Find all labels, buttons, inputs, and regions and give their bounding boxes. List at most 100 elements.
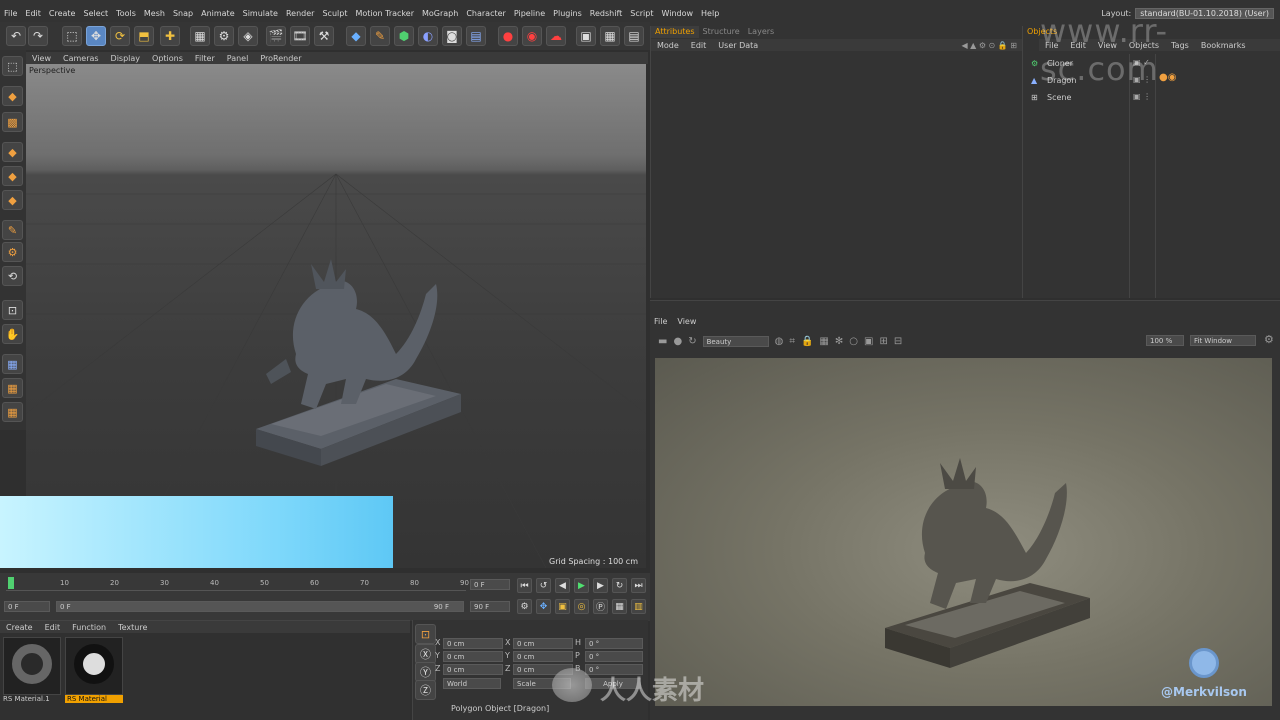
- cube-icon[interactable]: ◆: [346, 26, 366, 46]
- subdivision-icon[interactable]: ⬢: [394, 26, 414, 46]
- snap-icon[interactable]: ✋: [2, 324, 23, 344]
- select-icon[interactable]: ⬚: [62, 26, 82, 46]
- material-menu-texture[interactable]: Texture: [112, 623, 153, 632]
- coord-rot-y[interactable]: 0 °: [585, 651, 643, 662]
- menu-item-tools[interactable]: Tools: [112, 9, 140, 18]
- scale-tool-icon[interactable]: ⬒: [134, 26, 154, 46]
- menu-item-render[interactable]: Render: [282, 9, 318, 18]
- snapshot-add-icon[interactable]: ⊞: [879, 336, 887, 347]
- polygons-icon[interactable]: ◆: [2, 190, 23, 210]
- menu-item-script[interactable]: Script: [626, 9, 657, 18]
- rs-render-view-icon[interactable]: ▣: [576, 26, 596, 46]
- circle-icon[interactable]: ○: [849, 336, 858, 347]
- step-back-icon[interactable]: ◀: [555, 578, 570, 593]
- render-file-menu[interactable]: File: [654, 317, 667, 326]
- model-cube-icon[interactable]: ◆: [2, 86, 23, 106]
- viewport-menu-options[interactable]: Options: [146, 54, 189, 63]
- z-axis-icon[interactable]: Ⓩ: [415, 680, 436, 700]
- dragon-model[interactable]: [246, 244, 476, 474]
- timeline-ruler[interactable]: 0102030405060708090: [6, 577, 469, 591]
- object-scene[interactable]: ⊞ Scene: [1031, 90, 1071, 104]
- rs-ipr-icon[interactable]: ▦: [600, 26, 620, 46]
- deformer-icon[interactable]: ◐: [418, 26, 438, 46]
- rotate-tool-icon[interactable]: ⟳: [110, 26, 130, 46]
- settings-gear-icon[interactable]: ⚙: [214, 26, 234, 46]
- y-axis-icon[interactable]: Ⓨ: [415, 662, 436, 682]
- lock-icon[interactable]: 🔒: [801, 336, 813, 347]
- menu-item-file[interactable]: File: [0, 9, 21, 18]
- redo-icon[interactable]: ↷: [28, 26, 48, 46]
- locked-workplane-icon[interactable]: ▦: [2, 354, 23, 374]
- move-tool-icon[interactable]: ✥: [86, 26, 106, 46]
- key-scale-icon[interactable]: ▣: [555, 599, 570, 614]
- current-frame-field[interactable]: 0 F: [470, 579, 510, 590]
- attribute-nav-icons[interactable]: ◀ ▲ ⚙ ⊙ 🔒 ⊞: [955, 41, 1023, 50]
- material-swatch-selected[interactable]: [65, 637, 123, 695]
- add-tool-icon[interactable]: ✚: [160, 26, 180, 46]
- loop-icon[interactable]: ↺: [536, 578, 551, 593]
- menu-item-create[interactable]: Create: [45, 9, 80, 18]
- edges-icon[interactable]: ◆: [2, 166, 23, 186]
- rs-document-icon[interactable]: ▤: [624, 26, 644, 46]
- snowflake-icon[interactable]: ✻: [835, 336, 843, 347]
- start-frame-field[interactable]: 0 F: [4, 601, 50, 612]
- menu-item-window[interactable]: Window: [657, 9, 697, 18]
- undo-icon[interactable]: ↶: [6, 26, 26, 46]
- aov-icon[interactable]: ◍: [775, 336, 784, 347]
- viewport-menu-view[interactable]: View: [26, 54, 57, 63]
- workplane-icon[interactable]: ⊡: [2, 300, 23, 320]
- user-data-menu[interactable]: User Data: [712, 41, 764, 50]
- go-to-start-icon[interactable]: ⏮: [517, 578, 532, 593]
- snapshot-icon[interactable]: ▣: [864, 336, 873, 347]
- perspective-viewport[interactable]: Perspective Grid Spacing : 100 cm: [26, 64, 646, 568]
- end-frame-field[interactable]: 90 F: [470, 601, 510, 612]
- material-swatch[interactable]: [3, 637, 61, 695]
- render-picture-icon[interactable]: 🎞: [290, 26, 310, 46]
- key-timeline-icon[interactable]: ▥: [631, 599, 646, 614]
- coord-size-x[interactable]: 0 cm: [513, 638, 573, 649]
- record-loop-icon[interactable]: ↻: [612, 578, 627, 593]
- coord-rot-x[interactable]: 0 °: [585, 638, 643, 649]
- render-view-icon[interactable]: 🎬: [266, 26, 286, 46]
- viewport-menu-display[interactable]: Display: [105, 54, 147, 63]
- coord-pos-x[interactable]: 0 cm: [443, 638, 503, 649]
- sculpt-icon[interactable]: ⟲: [2, 266, 23, 286]
- texture-icon[interactable]: ▩: [2, 112, 23, 132]
- menu-item-select[interactable]: Select: [79, 9, 112, 18]
- key-rotate-icon[interactable]: ◎: [574, 599, 589, 614]
- mode-menu[interactable]: Mode: [651, 41, 685, 50]
- tab-attributes[interactable]: Attributes: [651, 26, 699, 38]
- play-icon[interactable]: ▶: [574, 578, 589, 593]
- visibility-icon[interactable]: ▣ ⋮: [1133, 92, 1151, 101]
- x-axis-icon[interactable]: Ⓧ: [415, 644, 436, 664]
- material-menu-create[interactable]: Create: [0, 623, 39, 632]
- frame-range-slider[interactable]: 0 F 90 F: [56, 601, 464, 612]
- material-menu-edit[interactable]: Edit: [39, 623, 67, 632]
- go-to-end-icon[interactable]: ⏭: [631, 578, 646, 593]
- menu-item-redshift[interactable]: Redshift: [586, 9, 626, 18]
- menu-item-motion-tracker[interactable]: Motion Tracker: [351, 9, 418, 18]
- object-mode-icon[interactable]: ◈: [238, 26, 258, 46]
- key-pla-icon[interactable]: ▦: [612, 599, 627, 614]
- model-mode-icon[interactable]: ▦: [190, 26, 210, 46]
- redshift-camera-icon[interactable]: ◉: [522, 26, 542, 46]
- menu-item-mesh[interactable]: Mesh: [140, 9, 169, 18]
- enable-axis-icon[interactable]: ✎: [2, 220, 23, 240]
- viewport-menu-filter[interactable]: Filter: [189, 54, 221, 63]
- redshift-light-icon[interactable]: ●: [498, 26, 518, 46]
- viewport-menu-cameras[interactable]: Cameras: [57, 54, 105, 63]
- render-settings-gear-icon[interactable]: ⚙: [1264, 333, 1274, 346]
- viewport-menu-prorender[interactable]: ProRender: [254, 54, 307, 63]
- snapshot-compare-icon[interactable]: ⊟: [894, 336, 902, 347]
- menu-item-help[interactable]: Help: [697, 9, 723, 18]
- menu-item-snap[interactable]: Snap: [169, 9, 197, 18]
- key-param-icon[interactable]: Ⓟ: [593, 599, 608, 614]
- menu-item-simulate[interactable]: Simulate: [239, 9, 282, 18]
- menu-item-edit[interactable]: Edit: [21, 9, 45, 18]
- render-view-menu[interactable]: View: [677, 317, 696, 326]
- world-dropdown[interactable]: World: [443, 678, 501, 689]
- camera-icon[interactable]: ◙: [442, 26, 462, 46]
- viewport-menu-panel[interactable]: Panel: [221, 54, 255, 63]
- points-icon[interactable]: ◆: [2, 142, 23, 162]
- floor-icon[interactable]: ▤: [466, 26, 486, 46]
